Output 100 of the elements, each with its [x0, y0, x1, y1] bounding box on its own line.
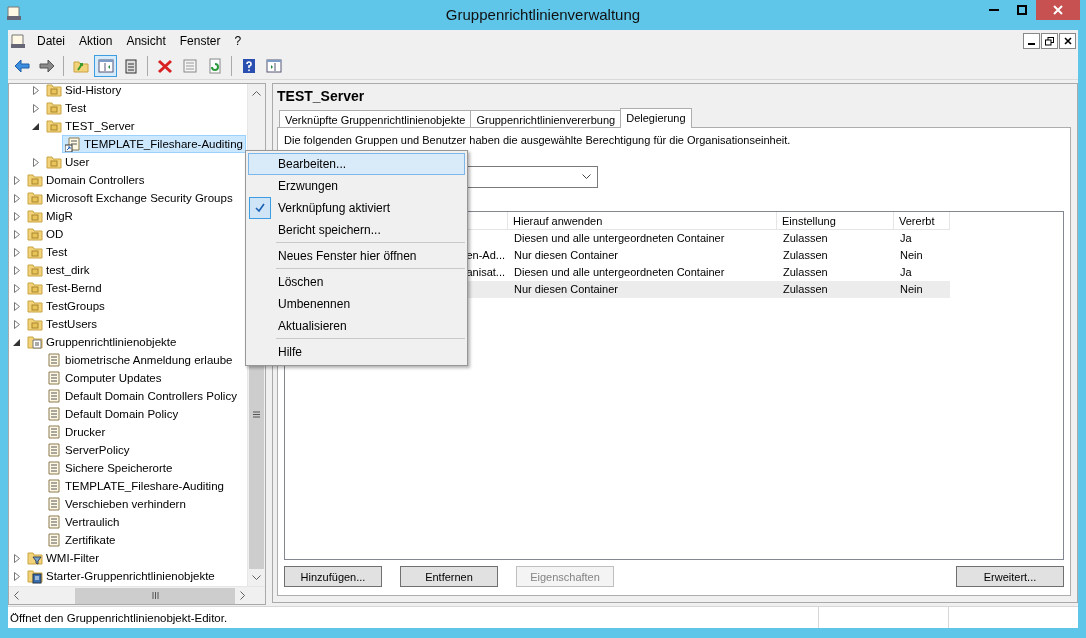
collapsed-arrow-icon[interactable]	[13, 571, 21, 581]
window-pane-icon	[265, 57, 282, 74]
toolbar-button[interactable]	[94, 54, 117, 77]
folder-icon	[27, 244, 43, 260]
tree-item[interactable]: TestUsers	[24, 315, 101, 333]
tree-item[interactable]: Starter-Gruppenrichtlinienobjekte	[24, 567, 218, 585]
column-header[interactable]: Vererbt	[894, 212, 950, 230]
tree-item[interactable]: test_dirk	[24, 261, 93, 279]
tree-item[interactable]: TestGroups	[24, 297, 108, 315]
menu-item[interactable]: Verknüpfung aktiviert	[248, 197, 465, 219]
folder-filter-icon	[27, 550, 43, 566]
tree-item[interactable]: MigR	[24, 207, 76, 225]
dialog-button[interactable]: Entfernen	[400, 566, 498, 587]
menu-item[interactable]: ?	[227, 34, 249, 48]
table-cell: Zulassen	[783, 232, 828, 244]
tree-item[interactable]: WMI-Filter	[24, 549, 102, 567]
folder-icon	[27, 208, 43, 224]
menu-item[interactable]: Bearbeiten...	[248, 153, 465, 175]
menu-item[interactable]: Aktualisieren	[248, 315, 465, 337]
minimize-icon	[989, 9, 999, 11]
tree-item[interactable]: ServerPolicy	[43, 441, 133, 459]
close-button[interactable]	[1059, 33, 1076, 49]
grip-icon	[253, 410, 260, 418]
collapsed-arrow-icon[interactable]	[13, 301, 21, 311]
menu-item[interactable]: Erzwungen	[248, 175, 465, 197]
tree-item[interactable]: biometrische Anmeldung erlaube	[43, 351, 236, 369]
table-cell: anisat...	[466, 266, 505, 278]
tree-item[interactable]: Sichere Speicherorte	[43, 459, 176, 477]
menu-item[interactable]: Aktion	[72, 34, 120, 48]
scroll-icon	[46, 496, 62, 512]
collapsed-arrow-icon[interactable]	[13, 319, 21, 329]
help-icon	[240, 57, 257, 74]
tree-item[interactable]: Microsoft Exchange Security Groups	[24, 189, 236, 207]
collapsed-arrow-icon[interactable]	[13, 229, 21, 239]
menu-item[interactable]: Fenster	[172, 34, 228, 48]
scroll-icon	[46, 406, 62, 422]
tree-item[interactable]: Drucker	[43, 423, 109, 441]
tree-item[interactable]: Verschieben verhindern	[43, 495, 189, 513]
shortcut-scroll-icon	[65, 136, 81, 152]
menu-item[interactable]: Datei	[30, 34, 72, 48]
tree-item[interactable]: Vertraulich	[43, 513, 123, 531]
expanded-arrow-icon[interactable]	[32, 121, 40, 131]
tree-item[interactable]: Test-Bernd	[24, 279, 105, 297]
tree-item[interactable]: Default Domain Policy	[43, 405, 182, 423]
collapsed-arrow-icon[interactable]	[13, 175, 21, 185]
collapsed-arrow-icon[interactable]	[32, 103, 40, 113]
scroll-icon	[46, 424, 62, 440]
tree-item[interactable]: Default Domain Controllers Policy	[43, 387, 240, 405]
column-header[interactable]: Einstellung	[777, 212, 894, 230]
tree-item[interactable]: TEMPLATE_Fileshare-Auditing	[62, 135, 246, 153]
collapsed-arrow-icon[interactable]	[13, 283, 21, 293]
collapsed-arrow-icon[interactable]	[13, 265, 21, 275]
collapsed-arrow-icon[interactable]	[13, 553, 21, 563]
dialog-button[interactable]: Hinzufügen...	[284, 566, 382, 587]
tree-item[interactable]: Domain Controllers	[24, 171, 148, 189]
menu-item[interactable]: Hilfe	[248, 341, 465, 363]
column-header[interactable]: Hierauf anwenden	[508, 212, 777, 230]
properties-icon	[181, 57, 198, 74]
tree-item[interactable]: Test	[43, 99, 90, 117]
scroll-icon	[46, 514, 62, 530]
tree-item[interactable]: Zertifikate	[43, 531, 119, 549]
expanded-arrow-icon[interactable]	[13, 337, 21, 347]
table-cell: Zulassen	[783, 283, 828, 295]
scroll-icon	[46, 532, 62, 548]
restore-button[interactable]	[1041, 33, 1058, 49]
tree-item[interactable]: TEMPLATE_Fileshare-Auditing	[43, 477, 227, 495]
table-cell: Nein	[900, 249, 923, 261]
table-cell: Nein	[900, 283, 923, 295]
folder-icon	[46, 154, 62, 170]
minimize-button[interactable]	[1023, 33, 1040, 49]
dialog-button[interactable]: Erweitert...	[956, 566, 1064, 587]
tab[interactable]: Verknüpfte Gruppenrichtlinienobjekte	[279, 110, 472, 128]
collapsed-arrow-icon[interactable]	[13, 193, 21, 203]
scroll-icon	[46, 442, 62, 458]
menu-item[interactable]: Neues Fenster hier öffnen	[248, 245, 465, 267]
menu-item[interactable]: Ansicht	[119, 34, 173, 48]
folder-document-icon	[27, 568, 43, 584]
collapsed-arrow-icon[interactable]	[13, 247, 21, 257]
tree-item[interactable]: Sid-History	[43, 81, 125, 99]
tree-item[interactable]: TEST_Server	[43, 117, 138, 135]
tree-item[interactable]: Gruppenrichtlinienobjekte	[24, 333, 180, 351]
table-cell: Diesen und alle untergeordneten Container	[514, 266, 725, 278]
tab[interactable]: Gruppenrichtlinienvererbung	[470, 110, 622, 128]
menu-item[interactable]: Bericht speichern...	[248, 219, 465, 241]
collapsed-arrow-icon[interactable]	[32, 85, 40, 95]
scrollbar-thumb[interactable]	[75, 587, 236, 604]
tab[interactable]: Delegierung	[620, 108, 692, 128]
window-title: Gruppenrichtlinienverwaltung	[444, 6, 642, 23]
tree-item[interactable]: Computer Updates	[43, 369, 165, 387]
folder-icon	[27, 280, 43, 296]
tree-item[interactable]: User	[43, 153, 93, 171]
horizontal-scrollbar[interactable]	[9, 586, 265, 604]
collapsed-arrow-icon[interactable]	[32, 157, 40, 167]
collapsed-arrow-icon[interactable]	[13, 211, 21, 221]
refresh-icon	[206, 57, 223, 74]
back-arrow-icon	[13, 57, 30, 74]
close-icon	[1053, 5, 1063, 15]
app-scroll-icon[interactable]	[10, 33, 26, 49]
tree-item[interactable]: Test	[24, 243, 71, 261]
tree-item[interactable]: OD	[24, 225, 67, 243]
